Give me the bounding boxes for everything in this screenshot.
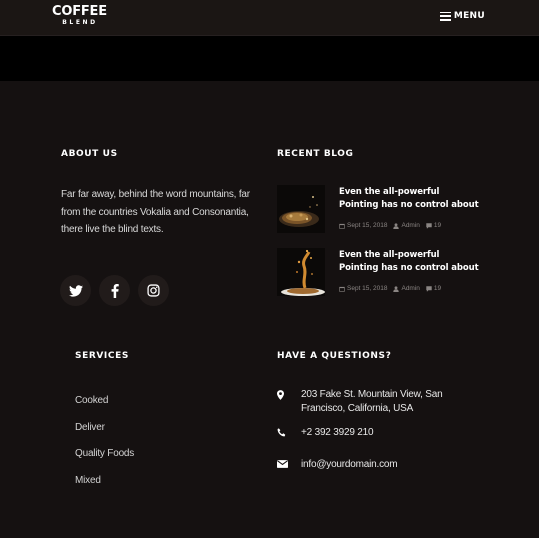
contact-heading: HAVE A QUESTIONS? (277, 351, 392, 361)
hero-bottom-band (0, 36, 539, 81)
calendar-icon (339, 223, 345, 229)
facebook-link[interactable] (99, 275, 130, 306)
twitter-link[interactable] (60, 275, 91, 306)
post-comments[interactable]: 19 (426, 285, 441, 292)
hamburger-icon (439, 11, 451, 21)
service-link[interactable]: Quality Foods (75, 446, 134, 473)
blog-post[interactable]: Even the all-powerful Pointing has no co… (277, 248, 487, 296)
service-link[interactable]: Deliver (75, 420, 134, 447)
post-author[interactable]: Admin (393, 285, 420, 292)
twitter-icon (68, 284, 83, 297)
contact-email[interactable]: info@yourdomain.com (277, 458, 471, 472)
blog-post-title[interactable]: Even the all-powerful Pointing has no co… (339, 186, 479, 212)
post-date[interactable]: Sept 15, 2018 (339, 222, 387, 229)
calendar-icon (339, 286, 345, 292)
post-date-text: Sept 15, 2018 (347, 222, 388, 229)
service-link[interactable]: Mixed (75, 473, 134, 500)
menu-label: MENU (453, 11, 485, 21)
blog-post-meta: Sept 15, 2018 Admin 19 (339, 285, 441, 292)
comment-icon (426, 285, 432, 292)
blog-post-title[interactable]: Even the all-powerful Pointing has no co… (339, 249, 479, 275)
blog-post[interactable]: Even the all-powerful Pointing has no co… (277, 185, 487, 233)
post-author-text: Admin (401, 285, 420, 292)
service-link[interactable]: Cooked (75, 393, 134, 420)
user-icon (393, 222, 400, 229)
post-comments-count: 19 (433, 285, 442, 292)
instagram-link[interactable] (138, 275, 169, 306)
comment-icon (426, 222, 432, 229)
services-list: Cooked Deliver Quality Foods Mixed (75, 393, 134, 500)
contact-address-text: 203 Fake St. Mountain View, San Francisc… (301, 389, 443, 414)
post-comments[interactable]: 19 (426, 222, 441, 229)
instagram-icon (147, 284, 160, 297)
blog-post-image[interactable] (277, 248, 325, 296)
post-author-text: Admin (401, 222, 420, 229)
user-icon (393, 285, 400, 292)
contact-address: 203 Fake St. Mountain View, San Francisc… (277, 388, 471, 416)
post-date[interactable]: Sept 15, 2018 (339, 285, 387, 292)
top-navbar: COFFEE BLEND MENU (0, 0, 539, 36)
logo-sub-text: BLEND (62, 19, 98, 26)
envelope-icon (277, 458, 301, 472)
post-comments-count: 19 (433, 222, 442, 229)
services-heading: SERVICES (75, 351, 129, 361)
menu-toggle-button[interactable]: MENU (439, 11, 485, 21)
post-date-text: Sept 15, 2018 (347, 285, 388, 292)
facebook-icon (111, 283, 119, 298)
recent-blog-heading: RECENT BLOG (277, 149, 354, 159)
contact-phone[interactable]: +2 392 3929 210 (277, 426, 471, 440)
about-text: Far far away, behind the word mountains,… (61, 189, 250, 235)
logo-main-text: COFFEE (52, 4, 107, 19)
blog-post-image[interactable] (277, 185, 325, 233)
blog-post-meta: Sept 15, 2018 Admin 19 (339, 222, 441, 229)
social-links (60, 275, 169, 306)
contact-email-text[interactable]: info@yourdomain.com (301, 458, 471, 472)
map-marker-icon (277, 388, 301, 416)
contact-phone-text[interactable]: +2 392 3929 210 (301, 426, 471, 440)
post-author[interactable]: Admin (393, 222, 420, 229)
about-heading: ABOUT US (61, 149, 118, 159)
phone-icon (277, 426, 301, 440)
brand-logo[interactable]: COFFEE BLEND (52, 4, 107, 27)
